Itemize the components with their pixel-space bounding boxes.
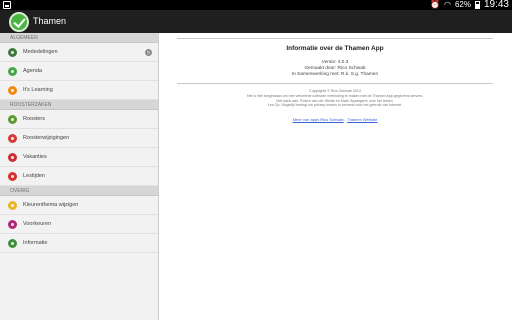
nav-item-agenda[interactable]: Agenda <box>0 62 158 81</box>
megaphone-icon <box>8 47 17 57</box>
settings-icon <box>8 219 17 229</box>
collaboration-text: In Samenwerking met: R.k. S.g. Thamen <box>291 71 379 77</box>
checkmark-icon[interactable] <box>9 12 29 32</box>
status-icons: ⏰ ◠ 62% 19:43 <box>430 0 509 10</box>
battery-percent: 62% <box>454 0 471 9</box>
divider <box>177 83 493 85</box>
alarm-icon: ⏰ <box>430 0 440 9</box>
palette-icon <box>8 200 17 210</box>
nav-item-label: Informatie <box>23 240 48 246</box>
section-header-overig: OVERIG <box>0 186 158 196</box>
link-separator: - <box>344 116 347 122</box>
wifi-icon: ◠ <box>443 0 451 9</box>
nav-item-label: Vakanties <box>23 154 47 160</box>
nav-item-label: Agenda <box>23 68 42 74</box>
nav-item-label: Voorkeuren <box>23 221 52 227</box>
app-title[interactable]: Thamen <box>33 16 66 26</box>
nav-item-label: Mededelingen <box>23 49 58 55</box>
nav-item-roosterwijzigingen[interactable]: Roosterwijzigingen <box>0 129 158 148</box>
more-apps-link[interactable]: Meer van apps Rico Schwab <box>293 117 344 122</box>
learning-icon <box>8 85 17 95</box>
info-icon <box>8 238 17 248</box>
nav-item-label: Roosterwijzigingen <box>23 135 70 141</box>
copyright-line: Les Op. Mogelijk bevingt uw privacy kost… <box>267 103 403 108</box>
action-bar <box>0 10 512 33</box>
picture-icon <box>3 1 11 9</box>
unread-badge: 0 <box>145 49 152 56</box>
nav-item-label: It's Learning <box>23 87 53 93</box>
clock: 19:43 <box>483 0 509 10</box>
holiday-icon <box>8 152 17 162</box>
nav-item-label: Roosters <box>23 116 46 122</box>
section-header-roosterzaken: ROOSTERZAKEN <box>0 100 158 110</box>
nav-item-mededelingen[interactable]: Mededelingen 0 <box>0 43 158 62</box>
roster-icon <box>8 114 17 124</box>
nav-item-lestijden[interactable]: Lestijden <box>0 167 158 186</box>
nav-item-informatie[interactable]: Informatie <box>0 234 158 253</box>
app-meta: Versie: 4.0.3 Gemaakt door: Rico Schwab … <box>177 60 493 77</box>
website-link[interactable]: Thamen Website <box>347 117 377 122</box>
divider <box>177 38 493 39</box>
page-title: Informatie over de Thamen App <box>286 45 384 52</box>
nav-item-label: Lestijden <box>23 173 46 179</box>
navigation-drawer: ALGEMEEN Mededelingen 0 Agenda It's Lear… <box>0 33 159 320</box>
nav-item-its-learning[interactable]: It's Learning <box>0 81 158 100</box>
nav-item-roosters[interactable]: Roosters <box>0 110 158 129</box>
battery-icon <box>474 1 480 9</box>
nav-item-kleurenthema[interactable]: Kleurenthema wijzigen <box>0 196 158 215</box>
nav-item-vakanties[interactable]: Vakanties <box>0 148 158 167</box>
nav-item-label: Kleurenthema wijzigen <box>23 202 79 208</box>
clock-icon <box>8 171 17 181</box>
copyright-block: Copyrights © Rico Schwab 2014 Het is nie… <box>177 89 493 107</box>
about-panel: Informatie over de Thamen App Versie: 4.… <box>177 38 493 122</box>
nav-item-voorkeuren[interactable]: Voorkeuren <box>0 215 158 234</box>
agenda-icon <box>8 66 17 76</box>
status-bar: ⏰ ◠ 62% 19:43 <box>0 0 512 10</box>
section-header-algemeen: ALGEMEEN <box>0 33 158 43</box>
links-row: Meer van apps Rico Schwab - Thamen Websi… <box>177 117 493 122</box>
roster-changes-icon <box>8 133 17 143</box>
